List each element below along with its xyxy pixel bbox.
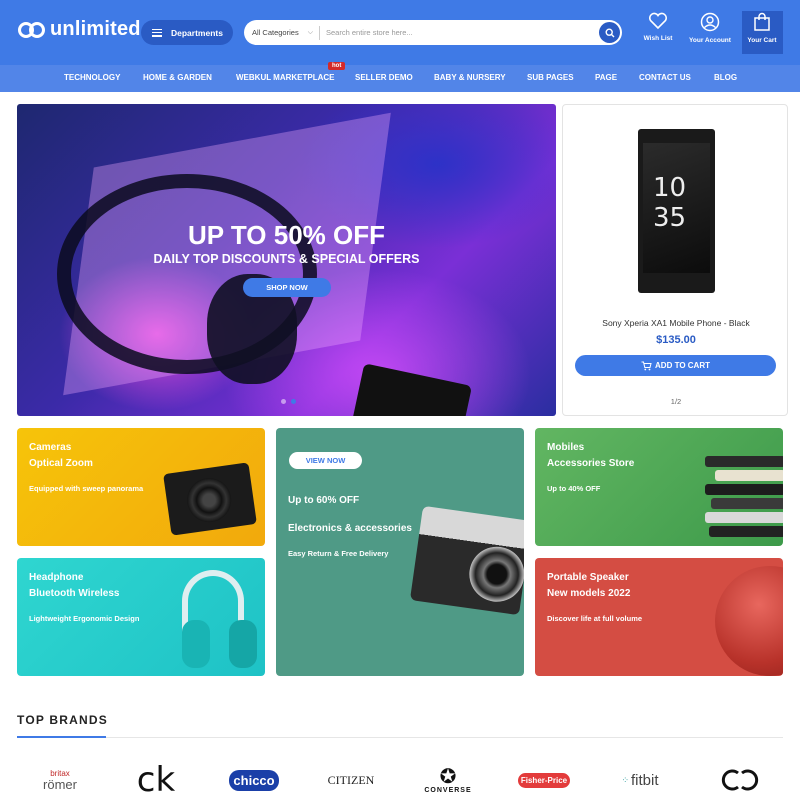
nav-item-baby-nursery[interactable]: BABY & NURSERY <box>434 73 506 82</box>
heart-icon <box>648 12 668 30</box>
phone-stack-image <box>705 442 783 546</box>
product-name[interactable]: Sony Xperia XA1 Mobile Phone - Black <box>563 318 789 328</box>
product-image[interactable]: SONY 10 35 <box>638 129 715 293</box>
shopping-bag-icon <box>754 12 770 31</box>
search-input[interactable] <box>320 28 599 37</box>
search-button[interactable] <box>599 22 620 43</box>
departments-button[interactable]: Departments <box>141 20 233 45</box>
menu-icon <box>152 28 162 37</box>
cart-icon <box>641 361 652 370</box>
promo-speaker-desc: Discover life at full volume <box>547 614 643 623</box>
shop-now-button[interactable]: SHOP NOW <box>243 278 331 297</box>
promo-cameras[interactable]: Cameras Optical Zoom Equipped with sweep… <box>17 428 265 546</box>
nav-item-technology[interactable]: TECHNOLOGY <box>64 73 120 82</box>
brand-logo-converse[interactable]: ✪ CONVERSE <box>420 760 476 800</box>
promo-electronics-subtitle: Electronics & accessories <box>288 523 412 534</box>
search-category-value: All Categories <box>252 28 299 37</box>
promo-speaker-title: Portable Speaker <box>547 572 629 583</box>
wishlist-label: Wish List <box>643 35 673 42</box>
promo-headphone-desc: Lightweight Ergonomic Design <box>29 614 140 623</box>
promo-mobiles-title: Mobiles <box>547 442 585 453</box>
account-button[interactable]: Your Account <box>684 12 736 44</box>
brand-citizen-text: CITIZEN <box>327 772 375 787</box>
phone-image <box>351 363 473 416</box>
logo-text: unlimited <box>50 18 141 40</box>
hot-badge: hot <box>328 62 346 70</box>
add-to-cart-button[interactable]: ADD TO CART <box>575 355 776 376</box>
speaker-image <box>715 566 783 676</box>
headphone-left-cup <box>182 620 210 668</box>
brand-ck-text: ck <box>136 760 176 800</box>
promo-mobiles[interactable]: Mobiles Accessories Store Up to 40% OFF <box>535 428 783 546</box>
hero-title: UP TO 50% OFF <box>188 220 385 250</box>
nav-item-home-garden[interactable]: HOME & GARDEN <box>143 73 212 82</box>
fitbit-dots-icon: ⁘ <box>621 774 630 785</box>
brand-logo-chicco[interactable]: chicco <box>228 760 280 800</box>
hero-banner[interactable]: UP TO 50% OFF DAILY TOP DISCOUNTS & SPEC… <box>17 104 556 416</box>
hero-subtitle: DAILY TOP DISCOUNTS & SPECIAL OFFERS <box>153 252 420 266</box>
departments-label: Departments <box>171 27 223 38</box>
nav-item-blog[interactable]: BLOG <box>714 73 737 82</box>
site-header: unlimited Departments All Categories ⌵ W… <box>0 0 800 65</box>
product-pager: 1/2 <box>670 397 682 406</box>
main-nav: TECHNOLOGY HOME & GARDEN WEBKUL MARKETPL… <box>0 65 800 92</box>
add-to-cart-label: ADD TO CART <box>655 361 710 370</box>
promo-headphone-subtitle: Bluetooth Wireless <box>29 588 120 599</box>
promo-headphone-title: Headphone <box>29 572 84 583</box>
wishlist-button[interactable]: Wish List <box>632 12 684 42</box>
brand-logo-ck[interactable]: ck <box>128 760 184 800</box>
account-label: Your Account <box>689 37 731 44</box>
user-icon <box>700 12 720 32</box>
nav-item-webkul-marketplace[interactable]: WEBKUL MARKETPLACE <box>236 73 335 82</box>
promo-mobiles-desc: Up to 40% OFF <box>547 484 601 493</box>
device-clock: 10 35 <box>653 173 687 233</box>
brand-fisher-price-text: Fisher-Price <box>517 772 571 788</box>
star-icon: ✪ <box>439 765 457 788</box>
brand-converse-text: CONVERSE <box>424 786 472 794</box>
logo-icon <box>18 20 46 40</box>
gucci-logo-icon <box>721 769 759 791</box>
featured-product-card: SONY 10 35 Sony Xperia XA1 Mobile Phone … <box>562 104 788 416</box>
brand-logo-citizen[interactable]: CITIZEN <box>322 760 380 800</box>
promo-cameras-subtitle: Optical Zoom <box>29 458 93 469</box>
brand-fitbit-text: fitbit <box>631 771 659 789</box>
brand-chicco-text: chicco <box>229 769 279 791</box>
top-brands-heading: TOP BRANDS <box>17 713 108 727</box>
nav-item-seller-demo[interactable]: SELLER DEMO <box>355 73 413 82</box>
promo-speaker-subtitle: New models 2022 <box>547 588 631 599</box>
brand-britax-bottom: römer <box>43 776 77 792</box>
brand-logo-fitbit[interactable]: ⁘ fitbit <box>612 760 668 800</box>
search-icon <box>604 27 614 37</box>
nav-item-contact-us[interactable]: CONTACT US <box>639 73 691 82</box>
search-category-select[interactable]: All Categories ⌵ <box>244 25 320 40</box>
promo-cameras-desc: Equipped with sweep panorama <box>29 484 144 493</box>
chevron-down-icon: ⌵ <box>307 28 313 36</box>
product-price: $135.00 <box>656 334 696 346</box>
retro-camera-image <box>409 505 524 616</box>
slider-dots <box>281 399 296 404</box>
brand-logo-gucci[interactable]: GG <box>712 760 768 800</box>
nav-item-sub-pages[interactable]: SUB PAGES <box>527 73 574 82</box>
slider-dot-2[interactable] <box>291 399 296 404</box>
promo-mobiles-subtitle: Accessories Store <box>547 458 635 469</box>
promo-cameras-title: Cameras <box>29 442 72 453</box>
brands-heading-underline <box>17 736 106 738</box>
search-bar: All Categories ⌵ <box>244 20 622 45</box>
camera-image <box>163 462 257 536</box>
promo-headphone[interactable]: Headphone Bluetooth Wireless Lightweight… <box>17 558 265 676</box>
cart-button-content[interactable]: Your Cart <box>736 12 788 44</box>
brand-logo-britax[interactable]: britax römer <box>30 760 90 800</box>
cart-label: Your Cart <box>747 37 777 44</box>
view-now-button[interactable]: VIEW NOW <box>289 452 362 469</box>
headphone-right-cup <box>229 620 257 668</box>
promo-electronics-desc: Easy Return & Free Delivery <box>288 549 389 558</box>
promo-speaker[interactable]: Portable Speaker New models 2022 Discove… <box>535 558 783 676</box>
logo[interactable]: unlimited <box>18 18 141 41</box>
brand-logo-fisher-price[interactable]: Fisher-Price <box>516 760 572 800</box>
brands-divider <box>17 737 783 738</box>
nav-item-page[interactable]: PAGE <box>595 73 617 82</box>
slider-dot-1[interactable] <box>281 399 286 404</box>
promo-electronics[interactable]: VIEW NOW Up to 60% OFF Electronics & acc… <box>276 428 524 676</box>
promo-electronics-title: Up to 60% OFF <box>288 495 360 506</box>
